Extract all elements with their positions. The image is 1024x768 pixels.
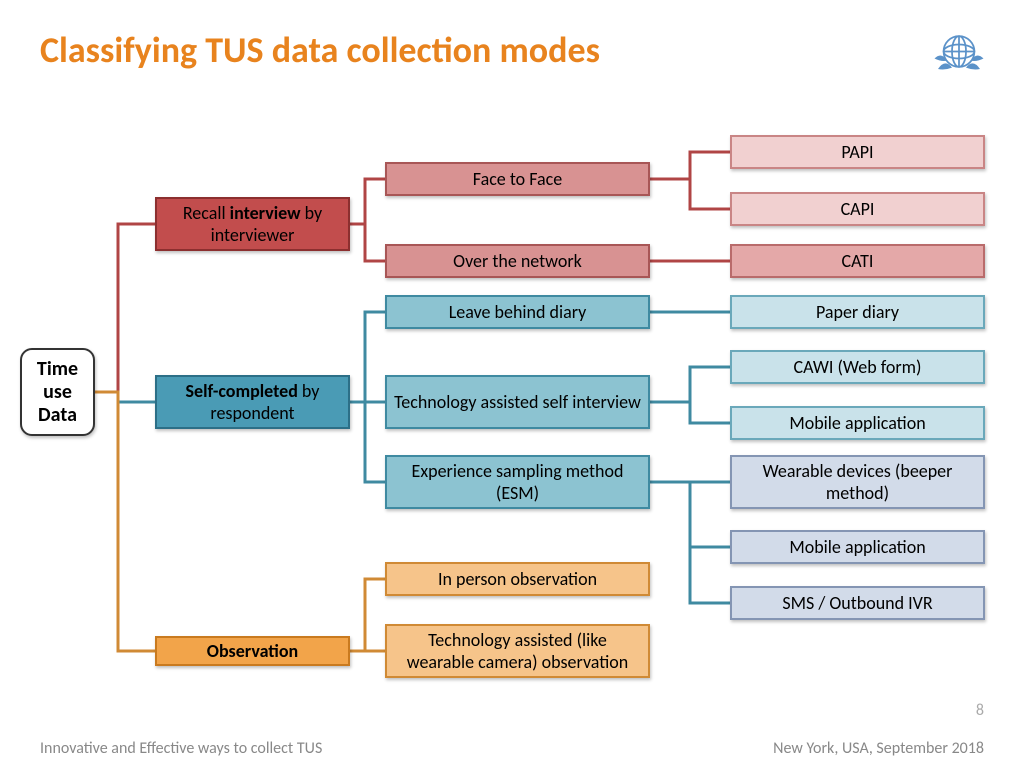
node-esm: Experience sampling method (ESM) bbox=[385, 455, 650, 509]
node-in-person-obs: In person observation bbox=[385, 562, 650, 596]
slide-title: Classifying TUS data collection modes bbox=[40, 28, 600, 72]
node-tech-obs: Technology assisted (like wearable camer… bbox=[385, 624, 650, 678]
node-label: Recall interview by interviewer bbox=[163, 202, 342, 246]
node-cawi: CAWI (Web form) bbox=[730, 350, 985, 384]
node-cati: CATI bbox=[730, 244, 985, 278]
un-logo bbox=[924, 20, 994, 80]
node-over-network: Over the network bbox=[385, 244, 650, 278]
node-papi: PAPI bbox=[730, 135, 985, 169]
node-wearable: Wearable devices (beeper method) bbox=[730, 455, 985, 509]
node-label: Self-completed by respondent bbox=[163, 380, 342, 424]
node-leave-behind-diary: Leave behind diary bbox=[385, 295, 650, 329]
node-capi: CAPI bbox=[730, 192, 985, 226]
node-self-completed: Self-completed by respondent bbox=[155, 375, 350, 429]
footer-left: Innovative and Effective ways to collect… bbox=[40, 739, 322, 758]
node-recall-interview: Recall interview by interviewer bbox=[155, 197, 350, 251]
node-mobile-app-2: Mobile application bbox=[730, 530, 985, 564]
node-face-to-face: Face to Face bbox=[385, 162, 650, 196]
node-mobile-app-1: Mobile application bbox=[730, 406, 985, 440]
root-node: Time use Data bbox=[20, 348, 95, 436]
footer-right: New York, USA, September 2018 bbox=[773, 739, 984, 758]
page-number: 8 bbox=[976, 701, 984, 720]
node-observation: Observation bbox=[155, 636, 350, 666]
node-tech-self-interview: Technology assisted self interview bbox=[385, 375, 650, 429]
node-paper-diary: Paper diary bbox=[730, 295, 985, 329]
node-sms-ivr: SMS / Outbound IVR bbox=[730, 586, 985, 620]
